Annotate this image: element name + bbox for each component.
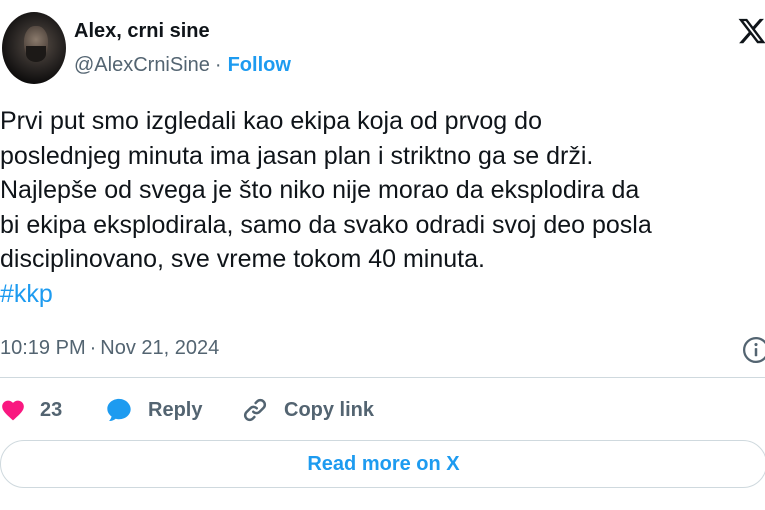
tweet-timestamp[interactable]: 10:19 PM · Nov 21, 2024 xyxy=(0,337,219,360)
reply-bubble-icon xyxy=(107,398,131,421)
follow-button[interactable]: Follow xyxy=(228,54,291,76)
author-name[interactable]: Alex, crni sine xyxy=(74,20,210,43)
tweet-date: Nov 21, 2024 xyxy=(100,337,220,359)
hashtag-link[interactable]: #kkp xyxy=(0,277,765,312)
like-button[interactable]: 23 xyxy=(0,392,62,428)
reply-label: Reply xyxy=(148,398,203,421)
avatar[interactable] xyxy=(2,12,66,84)
author-handle[interactable]: @AlexCrniSine xyxy=(74,54,210,76)
like-count: 23 xyxy=(40,398,63,421)
link-icon xyxy=(243,398,267,422)
avatar-beard xyxy=(26,46,46,62)
divider xyxy=(0,377,765,378)
tweet-line: disciplinovano, sve vreme tokom 40 minut… xyxy=(0,245,485,273)
tweet-text: Prvi put smo izgledali kao ekipa koja od… xyxy=(0,104,765,311)
tweet-line: bi ekipa eksplodirala, samo da svako odr… xyxy=(0,210,652,239)
copy-link-button[interactable]: Copy link xyxy=(240,392,374,428)
info-icon[interactable] xyxy=(741,335,765,365)
handle-separator: · xyxy=(214,54,222,76)
x-logo-icon[interactable] xyxy=(737,16,765,46)
tweet-time: 10:19 PM xyxy=(0,337,86,359)
tweet-line: Najlepše od svega je što niko nije morao… xyxy=(0,176,640,204)
copy-link-label: Copy link xyxy=(284,398,375,421)
timestamp-separator: · xyxy=(89,337,97,359)
read-more-button[interactable]: Read more on X xyxy=(0,440,765,488)
tweet-actions: 23 Reply Copy link xyxy=(0,392,765,428)
tweet-line: poslednjeg minuta ima jasan plan i strik… xyxy=(0,141,594,170)
tweet-line: Prvi put smo izgledali kao ekipa koja od… xyxy=(0,107,542,135)
handle-row: @AlexCrniSine · Follow xyxy=(74,54,291,77)
reply-button[interactable]: Reply xyxy=(104,392,202,428)
heart-icon xyxy=(2,400,24,421)
